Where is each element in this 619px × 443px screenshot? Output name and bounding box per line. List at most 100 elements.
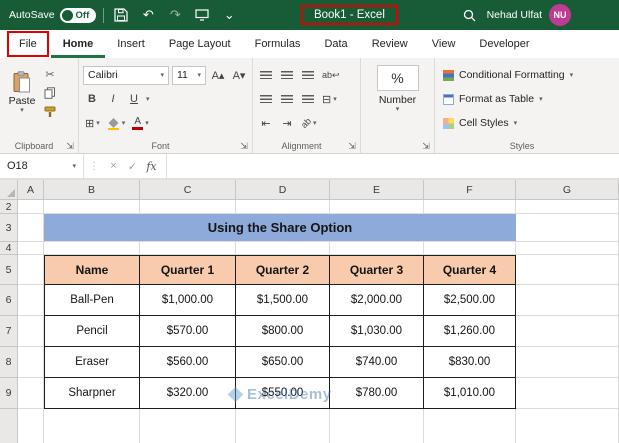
number-dialog-launcher[interactable]: ⇲ [421, 141, 431, 152]
decrease-font-size-button[interactable]: A▾ [230, 65, 248, 85]
column-header[interactable]: F [424, 180, 516, 200]
table-cell[interactable]: Sharpner [44, 378, 140, 409]
row-header[interactable]: 4 [0, 242, 18, 255]
cut-button[interactable]: ✂ [44, 67, 56, 81]
align-top-button[interactable] [257, 65, 275, 85]
percent-style-button[interactable]: % [376, 65, 419, 91]
table-header-cell[interactable]: Quarter 4 [424, 255, 516, 285]
cell[interactable] [18, 242, 44, 255]
select-all-button[interactable] [0, 180, 18, 200]
column-header[interactable]: G [516, 180, 619, 200]
tab-insert[interactable]: Insert [105, 30, 157, 58]
table-cell[interactable]: $740.00 [330, 347, 424, 378]
row-header[interactable]: 2 [0, 200, 18, 214]
touch-mouse-mode-button[interactable] [192, 4, 212, 26]
table-header-cell[interactable]: Quarter 1 [140, 255, 236, 285]
table-cell[interactable]: $1,000.00 [140, 285, 236, 316]
row-header[interactable] [0, 409, 18, 443]
tab-review[interactable]: Review [360, 30, 420, 58]
cell[interactable] [516, 285, 619, 316]
table-header-cell[interactable]: Quarter 2 [236, 255, 330, 285]
bold-button[interactable]: B [83, 89, 101, 109]
paste-button[interactable]: Paste ▾ [4, 63, 40, 119]
table-header-cell[interactable]: Quarter 3 [330, 255, 424, 285]
increase-font-size-button[interactable]: A▴ [209, 65, 227, 85]
table-cell[interactable]: $650.00 [236, 347, 330, 378]
cell[interactable] [424, 409, 516, 443]
cell[interactable] [516, 214, 619, 242]
cell[interactable] [140, 200, 236, 214]
cell[interactable] [516, 255, 619, 285]
cell[interactable] [516, 242, 619, 255]
column-header[interactable]: E [330, 180, 424, 200]
row-header[interactable]: 8 [0, 347, 18, 378]
table-cell[interactable]: $2,000.00 [330, 285, 424, 316]
clipboard-dialog-launcher[interactable]: ⇲ [65, 141, 75, 152]
enter-button[interactable]: ✓ [123, 160, 142, 173]
formula-input[interactable] [166, 154, 619, 178]
table-cell[interactable]: $560.00 [140, 347, 236, 378]
row-header[interactable]: 9 [0, 378, 18, 409]
cell[interactable] [18, 378, 44, 409]
save-button[interactable] [111, 4, 131, 26]
cell[interactable] [18, 214, 44, 242]
name-box[interactable]: O18 ▾ [0, 154, 84, 178]
cell[interactable] [18, 409, 44, 443]
tab-developer[interactable]: Developer [467, 30, 541, 58]
tab-view[interactable]: View [420, 30, 468, 58]
cell-styles-button[interactable]: Cell Styles ▾ [439, 111, 615, 135]
customize-quick-access-button[interactable]: ⌄ [219, 4, 239, 26]
table-cell[interactable]: $1,010.00 [424, 378, 516, 409]
cell[interactable] [236, 200, 330, 214]
font-dialog-launcher[interactable]: ⇲ [239, 141, 249, 152]
cell[interactable] [18, 200, 44, 214]
cell[interactable] [424, 242, 516, 255]
tab-home[interactable]: Home [51, 30, 106, 58]
font-color-button[interactable]: A ▾ [130, 113, 151, 133]
table-cell[interactable]: $320.00 [140, 378, 236, 409]
cell[interactable] [516, 378, 619, 409]
cell[interactable] [18, 316, 44, 347]
borders-button[interactable]: ⊞ ▾ [83, 113, 102, 133]
row-header[interactable]: 5 [0, 255, 18, 285]
tab-data[interactable]: Data [312, 30, 359, 58]
cell[interactable] [18, 285, 44, 316]
table-cell[interactable]: $550.00 [236, 378, 330, 409]
table-cell[interactable]: $2,500.00 [424, 285, 516, 316]
column-header[interactable]: A [18, 180, 44, 200]
align-right-button[interactable] [299, 89, 317, 109]
column-header[interactable]: B [44, 180, 140, 200]
sheet-title-cell[interactable]: Using the Share Option [44, 214, 516, 242]
align-center-button[interactable] [278, 89, 296, 109]
cell[interactable] [140, 409, 236, 443]
font-name-select[interactable]: Calibri ▾ [83, 65, 169, 85]
cell[interactable] [424, 200, 516, 214]
column-header[interactable]: C [140, 180, 236, 200]
table-cell[interactable]: $1,500.00 [236, 285, 330, 316]
insert-function-button[interactable]: fx [142, 160, 161, 173]
cell[interactable] [44, 200, 140, 214]
cell[interactable] [330, 242, 424, 255]
cell[interactable] [516, 409, 619, 443]
user-name[interactable]: Nehad Ulfat [487, 9, 542, 21]
merge-center-button[interactable]: ⊟ ▾ [320, 89, 339, 109]
redo-button[interactable]: ↷ [165, 4, 185, 26]
decrease-indent-button[interactable]: ⇤ [257, 113, 275, 133]
format-painter-button[interactable] [44, 105, 56, 119]
cell[interactable] [44, 409, 140, 443]
italic-button[interactable]: I [104, 89, 122, 109]
table-cell[interactable]: Ball-Pen [44, 285, 140, 316]
cell[interactable] [516, 316, 619, 347]
table-cell[interactable]: $1,260.00 [424, 316, 516, 347]
table-cell[interactable]: $780.00 [330, 378, 424, 409]
cell[interactable] [140, 242, 236, 255]
cell[interactable] [44, 242, 140, 255]
row-header[interactable]: 6 [0, 285, 18, 316]
wrap-text-button[interactable]: ab↩ [320, 65, 342, 85]
cell[interactable] [236, 409, 330, 443]
underline-button[interactable]: U [125, 89, 143, 109]
autosave-control[interactable]: AutoSave Off [9, 7, 97, 23]
row-header[interactable]: 3 [0, 214, 18, 242]
autosave-toggle[interactable]: Off [59, 7, 97, 23]
user-avatar[interactable]: NU [549, 4, 572, 26]
